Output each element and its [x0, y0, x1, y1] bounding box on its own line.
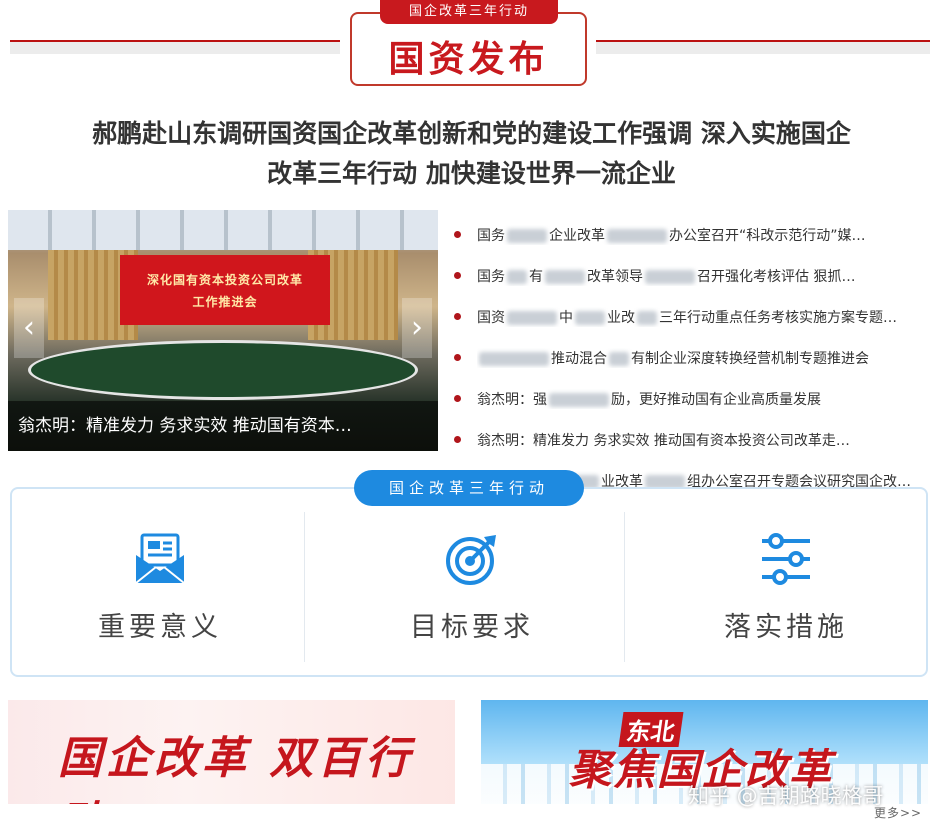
action-panel-tab: 国企改革三年行动 [354, 470, 584, 506]
list-item[interactable]: 国务有改革领导 召开强化考核评估 狠抓… [454, 255, 929, 296]
list-item[interactable]: 翁杰明：强 励，更好推动国有企业高质量发展 [454, 378, 929, 419]
significance-label: 重要意义 [98, 612, 222, 643]
list-item[interactable]: 推动混合 有制企业深度转换经营机制专题推进会 [454, 337, 929, 378]
significance-link[interactable]: 重要意义 [10, 517, 310, 667]
document-envelope-icon [135, 533, 185, 584]
page-title: 国资发布 [388, 39, 549, 80]
bullet-icon [454, 354, 461, 361]
zhihu-watermark: 知乎 @吉期路晓格哥 [688, 784, 884, 808]
headline-line-2: 改革三年行动 加快建设世界一流企业 [267, 159, 676, 188]
carousel-caption[interactable]: 翁杰明：精准发力 务求实效 推动国有资本… [8, 401, 438, 451]
column-divider [624, 512, 625, 662]
bullet-icon [454, 313, 461, 320]
bullet-icon [454, 395, 461, 402]
list-item[interactable]: 国务 企业改革 办公室召开“科改示范行动”媒… [454, 214, 929, 255]
chevron-right-icon[interactable]: › [402, 298, 432, 358]
list-item[interactable]: 翁杰明：精准发力 务求实效 推动国有资本投资公司改革走… [454, 419, 929, 460]
bullet-icon [454, 436, 461, 443]
bullet-icon [454, 231, 461, 238]
sliders-icon [762, 533, 810, 585]
photo-conference-table [28, 340, 418, 400]
target-icon [446, 535, 496, 585]
bullet-icon [454, 272, 461, 279]
header-divider-left [10, 40, 340, 54]
objectives-link[interactable]: 目标要求 [322, 517, 622, 667]
news-list: 国务 企业改革 办公室召开“科改示范行动”媒… 国务有改革领导 召开强化考核评估 狠抓… [454, 214, 929, 501]
headline-line-1: 郝鹏赴山东调研国资国企改革创新和党的建设工作强调 深入实施国企 [92, 119, 851, 148]
header-tab-label: 国企改革三年行动 [380, 0, 558, 24]
more-link[interactable]: 更多>> [874, 804, 922, 821]
meeting-banner: 深化国有资本投资公司改革 工作推进会 [120, 255, 330, 325]
double-hundred-banner[interactable]: 国企改革 双百行动 [8, 700, 455, 804]
measures-link[interactable]: 落实措施 [636, 517, 936, 667]
meeting-banner-line-2: 工作推进会 [192, 295, 258, 309]
meeting-banner-line-1: 深化国有资本投资公司改革 [146, 273, 303, 287]
measures-label: 落实措施 [724, 612, 848, 643]
headline-link[interactable]: 郝鹏赴山东调研国资国企改革创新和党的建设工作强调 深入实施国企 改革三年行动 加… [20, 114, 923, 194]
chevron-left-icon[interactable]: ‹ [14, 298, 44, 358]
list-item[interactable]: 国资中业改 三年行动重点任务考核实施方案专题… [454, 296, 929, 337]
photo-ceiling [8, 210, 438, 250]
header-divider-right [596, 40, 930, 54]
double-hundred-banner-text: 国企改革 双百行动 [58, 733, 414, 804]
objectives-label: 目标要求 [410, 612, 534, 643]
news-carousel[interactable]: 深化国有资本投资公司改革 工作推进会 翁杰明：精准发力 务求实效 推动国有资本…… [8, 210, 438, 451]
